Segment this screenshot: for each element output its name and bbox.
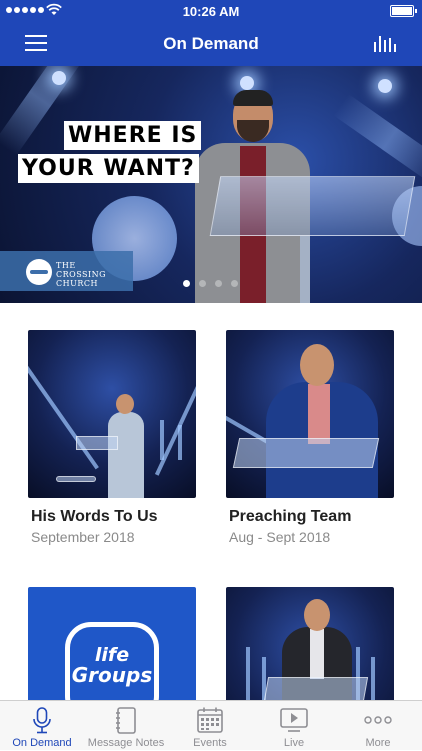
tab-live[interactable]: Live <box>252 701 336 751</box>
podium <box>209 176 416 236</box>
series-card[interactable]: His Words To Us September 2018 <box>28 330 196 545</box>
carousel-dot[interactable] <box>215 280 222 287</box>
status-time: 10:26 AM <box>182 4 240 19</box>
audio-levels-icon[interactable] <box>374 36 396 52</box>
carousel-dot[interactable] <box>231 280 238 287</box>
tab-label: Live <box>283 737 305 749</box>
series-thumbnail <box>226 330 394 498</box>
calendar-icon <box>197 707 223 733</box>
microphone-icon <box>33 707 51 734</box>
tab-on-demand[interactable]: On Demand <box>0 701 84 751</box>
series-title: Preaching Team <box>229 508 352 525</box>
series-card[interactable]: Preaching Team Aug - Sept 2018 <box>226 330 394 545</box>
tab-events[interactable]: Events <box>168 701 252 751</box>
tab-label: Events <box>193 737 227 749</box>
series-card[interactable]: life Groups <box>28 587 196 700</box>
featured-series-banner[interactable]: WHERE IS YOUR WANT? THE CROSSING CHURCH <box>0 66 422 303</box>
series-card[interactable] <box>226 587 394 700</box>
play-screen-icon <box>280 708 308 732</box>
more-dots-icon <box>364 716 392 724</box>
series-grid: His Words To Us September 2018 Preaching… <box>0 303 422 700</box>
series-thumbnail: life Groups <box>28 587 196 700</box>
navigation-bar: On Demand <box>0 22 422 66</box>
life-groups-logo-text: life Groups <box>71 644 153 687</box>
status-bar: 10:26 AM <box>0 0 422 22</box>
carousel-page-indicator <box>183 280 238 287</box>
tab-label: Message Notes <box>87 737 165 749</box>
series-thumbnail <box>226 587 394 700</box>
battery-icon <box>390 5 417 17</box>
tab-message-notes[interactable]: Message Notes <box>84 701 168 751</box>
tab-bar: On Demand Message Notes Events Live More <box>0 700 422 750</box>
series-date: September 2018 <box>31 529 135 545</box>
carousel-dot[interactable] <box>199 280 206 287</box>
tab-label: More <box>365 737 391 749</box>
notebook-icon <box>116 707 136 734</box>
series-headline: WHERE IS YOUR WANT? <box>18 121 202 187</box>
series-title: His Words To Us <box>31 508 158 525</box>
series-date: Aug - Sept 2018 <box>229 529 331 545</box>
church-logo-badge: THE CROSSING CHURCH <box>0 251 133 291</box>
tab-more[interactable]: More <box>336 701 420 751</box>
church-logo-icon <box>26 259 52 285</box>
carousel-dot[interactable] <box>183 280 190 287</box>
series-thumbnail <box>28 330 196 498</box>
page-title: On Demand <box>163 34 259 53</box>
church-name: THE CROSSING CHURCH <box>56 261 107 288</box>
tab-label: On Demand <box>12 737 72 749</box>
